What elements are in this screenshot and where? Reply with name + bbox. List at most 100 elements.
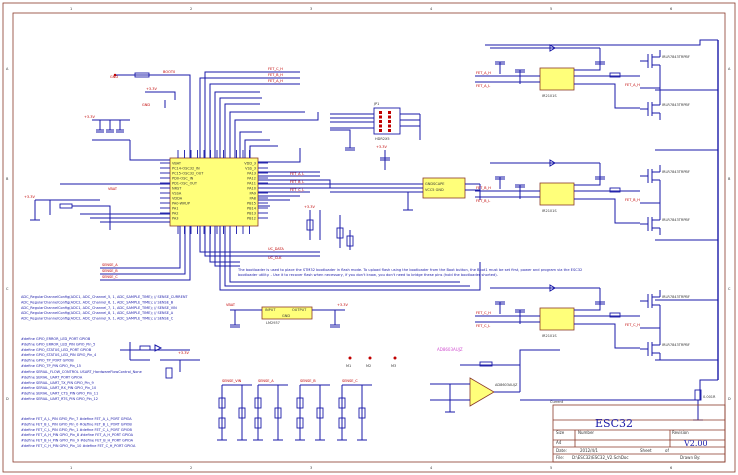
mcu-pin-left: VSSA <box>172 191 182 195</box>
revision-value: V2.00 <box>683 439 708 448</box>
sense-dividers-bottom: SENSE_VIN SENSE_A SENSE_B SENSE_C <box>217 379 372 441</box>
col-marker-bottom: 3 <box>310 466 312 470</box>
regulator-gnd-pin: GND <box>282 314 290 318</box>
net-label-3v3-led: +3.3V <box>178 351 189 355</box>
divider-net-label: SENSE_C <box>342 379 358 383</box>
regulator-output-pin: OUTPUT <box>292 308 307 312</box>
mosfet-part: IRLR7843TRPBF <box>662 103 690 107</box>
col-marker-bottom: 1 <box>70 466 72 470</box>
mcu-top-wires <box>160 71 319 158</box>
current-sense-amp: AD8603AUJZ AD8603AUJZ Current 0.001R <box>430 347 718 421</box>
code-line: ADC_RegularChannelConfig(ADC1, ADC_Chann… <box>21 295 188 299</box>
stage-input-high: FET_B_H <box>476 186 491 190</box>
date-value: 2012/4/1 <box>580 448 598 453</box>
mosfet-part: IRLR7843TRPBF <box>662 295 690 299</box>
regulator-input-pin: INPUT <box>265 308 276 312</box>
code-comment-blocks: ADC_RegularChannelConfig(ADC1, ADC_Chann… <box>21 295 188 448</box>
col-marker-top: 1 <box>70 7 72 11</box>
half-bridge-stages: IR2101S FET_A_H FET_A_L IRLR7843TRPBF IRLR78… <box>475 44 690 360</box>
size-label: Size <box>556 430 565 435</box>
row-marker-right: B <box>728 177 731 181</box>
code-line: #define SERIAL_UART_RTS_PIN GPIO_Pin_12 <box>21 397 98 401</box>
mcu-right-wires <box>258 148 340 207</box>
sheet-label: Sheet <box>640 448 652 453</box>
net-label-fet-bl-right: FET_B_L <box>290 180 304 184</box>
schematic-sheet: AABBCCDD112233445566 VBAT PC14-OSC32_IN PC… <box>0 0 738 475</box>
net-label-fet-ch-top: FET_C_H <box>268 67 283 71</box>
mosfet-part: IRLR7843TRPBF <box>662 55 690 59</box>
bootloader-note-box: The bootloader is used to place the STM3… <box>238 268 583 277</box>
file-value: D:\ESC32\ESC32_V2.SchDoc <box>572 455 629 460</box>
code-line: #define GPIO_TP_PIN GPIO_Pin_15 <box>21 364 81 368</box>
header-type: HDR2X5 <box>375 137 390 141</box>
net-label-fet-bh-top: FET_B_H <box>268 73 283 77</box>
opamp-part-top: AD8603AUJZ <box>437 347 463 352</box>
mcu-pin-left: PC14-OSC32_IN <box>172 166 200 170</box>
divider: SENSE_VIN <box>217 379 252 441</box>
driver-ic-part: IR2101S <box>542 209 557 213</box>
hole-m1: M1 <box>346 364 351 368</box>
net-label-boot0: BOOT0 <box>163 70 175 74</box>
col-marker-bottom: 5 <box>550 466 552 470</box>
row-marker-left: C <box>6 287 9 291</box>
opamp-part: AD8603AUJZ <box>495 383 518 387</box>
code-line: #define SERIAL_UART_TX_PIN GPIO_Pin_9 <box>21 381 94 385</box>
code-line: #define GPIO_STATUS_LED_PORT GPIOB <box>21 348 92 352</box>
mcu-pin-right: PB15 <box>247 201 256 205</box>
driver-ic-part: IR2101S <box>542 94 557 98</box>
half-bridge-stage: IR2101S FET_B_H FET_B_L IRLR7843TRPBF IRLR78… <box>475 159 690 235</box>
code-line: #define FET_A_H_PIN GPIO_Pin_8 #define F… <box>21 433 134 437</box>
row-marker-right: C <box>728 287 731 291</box>
col-marker-top: 2 <box>190 7 192 11</box>
sheet-value: of <box>665 448 669 453</box>
stage-motor-net: FET_B_H <box>625 198 640 202</box>
net-label-3v3-div: +3.3V <box>304 205 315 209</box>
regulator-part: LM2937 <box>266 321 280 325</box>
net-label-3v3-caps: +3.3V <box>84 115 95 119</box>
mcu-pin-left: PA0-WKUP <box>172 201 190 205</box>
mcu-block: VBATPC14-OSC32_INPC15-OSC32_OUTPD0-OSC_I… <box>160 150 268 234</box>
col-marker-bottom: 6 <box>670 466 672 470</box>
row-marker-left: A <box>6 67 9 71</box>
net-label-fet-ah-top: FET_A_H <box>268 79 283 83</box>
shunt-value: 0.001R <box>703 395 716 399</box>
code-line: ADC_RegularChannelConfig(ADC2, ADC_Chann… <box>21 300 174 304</box>
code-line: ADC_RegularChannelConfig(ADC2, ADC_Chann… <box>21 317 174 321</box>
code-line: #define SERIAL_UART_PORT GPIOA <box>21 375 83 379</box>
net-label-gnd-b: GND <box>142 103 150 107</box>
stage-input-high: FET_C_H <box>476 311 491 315</box>
mcu-pin-right: PA9 <box>249 191 256 195</box>
mcu-pin-left: VBAT <box>172 161 182 165</box>
title-block: ESC32 Size Number Revision A4 V2.00 Date… <box>552 404 726 463</box>
net-label-sense-b: SENSE_B <box>102 269 118 273</box>
net-label-fet-cl-right: FET_C_L <box>290 188 304 192</box>
mosfet-part: IRLR7843TRPBF <box>662 218 690 222</box>
decoupling-caps-top-left: +3.3V <box>84 115 130 141</box>
mcu-pin-left: PA2 <box>172 211 179 215</box>
divider-net-label: SENSE_A <box>258 379 274 383</box>
uart-pin-a: GNDSCAPE <box>425 182 444 186</box>
mounting-holes: M1 M2 M3 <box>346 356 397 368</box>
mcu-pin-right: PA13 <box>247 171 256 175</box>
driver-ic-part: IR2101S <box>542 334 557 338</box>
divider: SENSE_C <box>337 379 372 441</box>
code-line: #define GPIO_ERROR_LED_PIN GPIO_Pin_5 <box>21 342 95 346</box>
stage-input-low: FET_C_L <box>476 324 490 328</box>
row-marker-right: A <box>728 67 731 71</box>
net-label-current: Current <box>550 400 564 404</box>
row-marker-left: D <box>6 397 9 401</box>
stage-motor-net: FET_C_H <box>625 323 640 327</box>
code-line: #define FET_C_H_PIN GPIO_Pin_10 #define … <box>21 444 136 448</box>
hole-m3: M3 <box>391 364 396 368</box>
hole-m2: M2 <box>366 364 371 368</box>
net-label-uc-clk: UC_CLK <box>268 256 282 260</box>
net-label-3v3-mid: +3.3V <box>376 145 387 149</box>
bootloader-note: The bootloader is used to place the STM3… <box>238 268 583 277</box>
mcu-pin-right: VSS_3 <box>245 166 256 170</box>
sense-divider-mid: +3.3V <box>304 205 354 250</box>
code-line: #define GPIO_TP_PORT GPIOB <box>21 359 74 363</box>
code-line: #define FET_B_H_PIN GPIO_Pin_9 #define F… <box>21 439 134 443</box>
frame-outer <box>2 2 736 473</box>
mcu-pin-left: PA3 <box>172 216 179 220</box>
divider-net-label: SENSE_VIN <box>222 379 242 383</box>
